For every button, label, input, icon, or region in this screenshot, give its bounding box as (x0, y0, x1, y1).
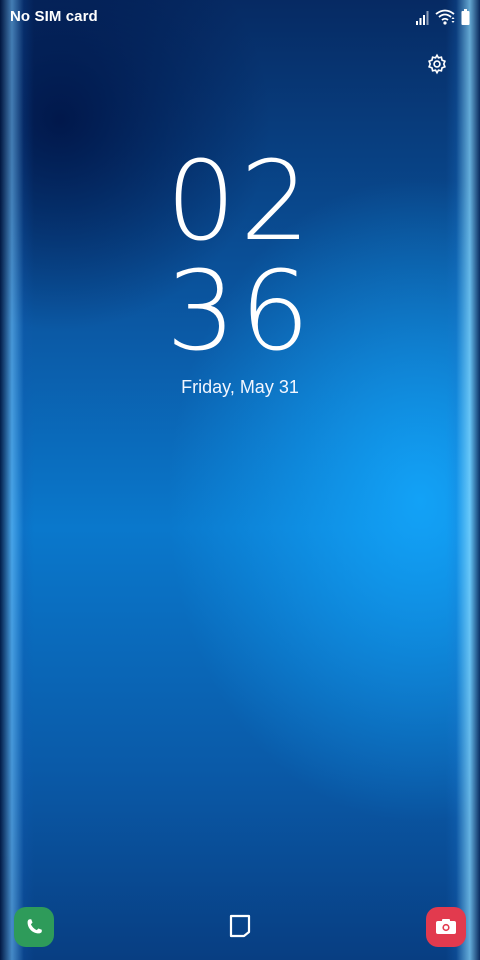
status-bar: No SIM card (0, 0, 480, 34)
battery-icon (461, 9, 470, 25)
gear-icon[interactable] (426, 53, 448, 75)
signal-icon (416, 11, 429, 25)
camera-shortcut-button[interactable] (426, 907, 466, 947)
phone-shortcut-button[interactable] (14, 907, 54, 947)
clock-hours: 02 (166, 137, 314, 265)
carrier-label: No SIM card (10, 8, 98, 25)
date-label: Friday, May 31 (181, 377, 299, 397)
edge-glow-left (0, 0, 34, 960)
wifi-icon (435, 9, 455, 25)
edge-glow-right (446, 0, 480, 960)
clock-minutes: 36 (166, 247, 314, 375)
status-icons (415, 9, 470, 25)
camera-icon (436, 919, 456, 934)
phone-icon (27, 919, 42, 934)
recent-apps-icon[interactable] (226, 912, 254, 940)
